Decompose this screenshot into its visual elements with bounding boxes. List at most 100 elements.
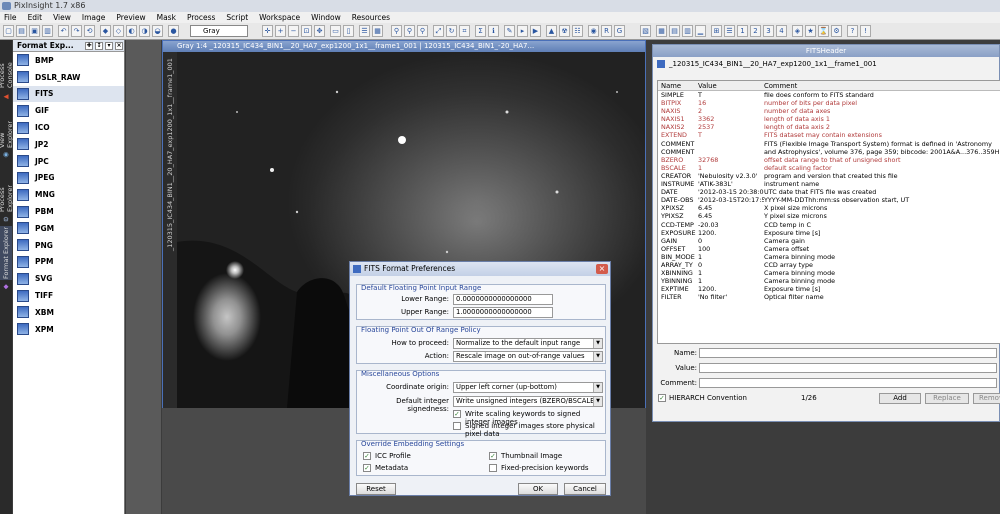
upper-range-input[interactable]: 1.0000000000000000 bbox=[453, 307, 553, 318]
table-row[interactable]: GAIN 0 Camera gain bbox=[658, 237, 1000, 245]
action-select[interactable]: Rescale image on out-of-range values ▼ bbox=[453, 351, 603, 362]
table-row[interactable]: XPIXSZ 6.45 X pixel size microns bbox=[658, 204, 1000, 212]
about-icon[interactable]: ! bbox=[860, 25, 871, 37]
format-item-png[interactable]: PNG bbox=[13, 237, 124, 254]
zoom-icon[interactable]: ⚲ bbox=[391, 25, 402, 37]
prefs-title-bar[interactable]: FITS Format Preferences × bbox=[350, 262, 610, 276]
process-icon[interactable]: ◆ bbox=[100, 25, 111, 37]
format-item-bmp[interactable]: BMP bbox=[13, 52, 124, 69]
save-as-icon[interactable]: ▥ bbox=[42, 25, 53, 37]
table-row[interactable]: BIN_MODE 1 Camera binning mode bbox=[658, 253, 1000, 261]
table-row[interactable]: NAXIS 2 number of data axes bbox=[658, 107, 1000, 115]
metadata-checkbox[interactable]: ✓ bbox=[363, 464, 371, 472]
table-row[interactable]: COMMENT FITS (Flexible Image Transport Sy… bbox=[658, 140, 1000, 148]
format-item-pbm[interactable]: PBM bbox=[13, 203, 124, 220]
menu-preview[interactable]: Preview bbox=[116, 13, 145, 22]
cancel-button[interactable]: Cancel bbox=[564, 483, 606, 495]
readout-icon[interactable]: ✛ bbox=[262, 25, 273, 37]
format-item-ico[interactable]: ICO bbox=[13, 119, 124, 136]
zoom-fit-window-icon[interactable]: ⚲ bbox=[417, 25, 428, 37]
open-folder-icon[interactable]: ▤ bbox=[16, 25, 27, 37]
menu-mask[interactable]: Mask bbox=[157, 13, 176, 22]
preview-icon[interactable]: ◇ bbox=[113, 25, 124, 37]
format-item-ppm[interactable]: PPM bbox=[13, 254, 124, 271]
favorites-icon[interactable]: ★ bbox=[805, 25, 816, 37]
auto-stretch-icon[interactable]: ☢ bbox=[559, 25, 570, 37]
icc-profile-checkbox[interactable]: ✓ bbox=[363, 452, 371, 460]
table-row[interactable]: YPIXSZ 6.45 Y pixel size microns bbox=[658, 212, 1000, 220]
value-input[interactable] bbox=[699, 363, 997, 373]
menu-process[interactable]: Process bbox=[187, 13, 215, 22]
column-name[interactable]: Name bbox=[661, 81, 697, 91]
format-item-jpc[interactable]: JPC bbox=[13, 153, 124, 170]
tab-view-explorer[interactable]: View Explorer bbox=[0, 106, 14, 148]
undo-all-icon[interactable]: ⟲ bbox=[84, 25, 95, 37]
signedness-select[interactable]: Write unsigned integers (BZERO/BSCALE) ▼ bbox=[453, 396, 603, 407]
replace-button[interactable]: Replace bbox=[925, 393, 969, 404]
window-list-icon[interactable]: ☰ bbox=[724, 25, 735, 37]
zoom-fit-icon[interactable]: ⊡ bbox=[301, 25, 312, 37]
menu-view[interactable]: View bbox=[53, 13, 71, 22]
thumbnail-checkbox[interactable]: ✓ bbox=[489, 452, 497, 460]
cascade-icon[interactable]: ▥ bbox=[682, 25, 693, 37]
fits-header-window[interactable]: FITSHeader _120315_IC434_BIN1__20_HA7_ex… bbox=[652, 44, 1000, 422]
red-channel-icon[interactable]: R bbox=[601, 25, 612, 37]
view-selector[interactable]: Gray bbox=[190, 25, 248, 37]
workspace-2-icon[interactable]: 2 bbox=[750, 25, 761, 37]
comment-input[interactable] bbox=[699, 378, 997, 388]
format-item-svg[interactable]: SVG bbox=[13, 270, 124, 287]
table-row[interactable]: SIMPLE Tfile does conform to FITS standar… bbox=[658, 91, 1000, 99]
history-icon[interactable]: ⌛ bbox=[818, 25, 829, 37]
explore-icon[interactable]: ◈ bbox=[792, 25, 803, 37]
proceed-select[interactable]: Normalize to the default input range ▼ bbox=[453, 338, 603, 349]
table-row[interactable]: EXPOSURE 1200. Exposure time [s] bbox=[658, 229, 1000, 237]
menu-edit[interactable]: Edit bbox=[28, 13, 43, 22]
histogram-icon[interactable]: ▦ bbox=[372, 25, 383, 37]
format-item-xbm[interactable]: XBM bbox=[13, 304, 124, 321]
remove-button[interactable]: Remov bbox=[973, 393, 1000, 404]
reset-button[interactable]: Reset bbox=[356, 483, 396, 495]
column-comment[interactable]: Comment bbox=[764, 81, 1000, 91]
channel-icon[interactable]: ● bbox=[168, 25, 179, 37]
crop-icon[interactable]: ⌗ bbox=[459, 25, 470, 37]
table-row[interactable]: DATE '2012-03-15 20:38:05' UTC date that F… bbox=[658, 188, 1000, 196]
table-row[interactable]: EXTEND T FITS dataset may contain extensio… bbox=[658, 131, 1000, 139]
format-item-fits[interactable]: FITS bbox=[13, 85, 124, 103]
table-row[interactable]: FILTER 'No filter' Optical filter name bbox=[658, 293, 1000, 301]
settings-icon[interactable]: ⚙ bbox=[831, 25, 842, 37]
format-item-dslr-raw[interactable]: DSLR_RAW bbox=[13, 69, 124, 86]
table-row[interactable]: NAXIS2 2537 length of data axis 2 bbox=[658, 123, 1000, 131]
mask-invert-icon[interactable]: ◒ bbox=[152, 25, 163, 37]
window-arrange-icon[interactable]: ⊞ bbox=[711, 25, 722, 37]
stf-icon[interactable]: ☰ bbox=[359, 25, 370, 37]
menu-file[interactable]: File bbox=[4, 13, 17, 22]
undo-icon[interactable]: ↶ bbox=[58, 25, 69, 37]
screen-transfer-icon[interactable]: ▲ bbox=[546, 25, 557, 37]
table-row[interactable]: EXPTIME 1200. Exposure time [s] bbox=[658, 285, 1000, 293]
script-icon[interactable]: ✎ bbox=[504, 25, 515, 37]
format-item-tiff[interactable]: TIFF bbox=[13, 287, 124, 304]
redo-icon[interactable]: ↷ bbox=[71, 25, 82, 37]
format-item-pgm[interactable]: PGM bbox=[13, 220, 124, 237]
table-row[interactable]: CCD-TEMP -20.03 CCD temp in C bbox=[658, 221, 1000, 229]
float-icon[interactable]: ↕ bbox=[95, 42, 103, 50]
image-id-tab[interactable]: _120315_IC434_BIN1__20_HA7_exp1200_1x1__… bbox=[163, 52, 177, 408]
menu-icon[interactable]: ▾ bbox=[105, 42, 113, 50]
tab-process-console[interactable]: Process Console bbox=[0, 42, 14, 88]
rgb-icon[interactable]: ◉ bbox=[588, 25, 599, 37]
save-icon[interactable]: ▣ bbox=[29, 25, 40, 37]
process-run-icon[interactable]: ▶ bbox=[530, 25, 541, 37]
format-item-jp2[interactable]: JP2 bbox=[13, 136, 124, 153]
table-row[interactable]: ARRAY_TY 0 CCD array type bbox=[658, 261, 1000, 269]
table-row[interactable]: CREATOR 'Nebulosity v2.3.0' program and ve… bbox=[658, 172, 1000, 180]
fits-header-title-bar[interactable]: FITSHeader bbox=[653, 45, 999, 57]
fits-preferences-dialog[interactable]: FITS Format Preferences × Default Floati… bbox=[349, 261, 611, 496]
fixed-precision-checkbox[interactable] bbox=[489, 464, 497, 472]
menu-resources[interactable]: Resources bbox=[352, 13, 390, 22]
table-row[interactable]: INSTRUME 'ATIK-383L' instrument name bbox=[658, 180, 1000, 188]
grid-icon[interactable]: ▦ bbox=[656, 25, 667, 37]
new-image-icon[interactable]: ▢ bbox=[3, 25, 14, 37]
info-icon[interactable]: ℹ bbox=[488, 25, 499, 37]
format-item-gif[interactable]: GIF bbox=[13, 102, 124, 119]
table-row[interactable]: BZERO 32768 offset data range to that of u… bbox=[658, 156, 1000, 164]
